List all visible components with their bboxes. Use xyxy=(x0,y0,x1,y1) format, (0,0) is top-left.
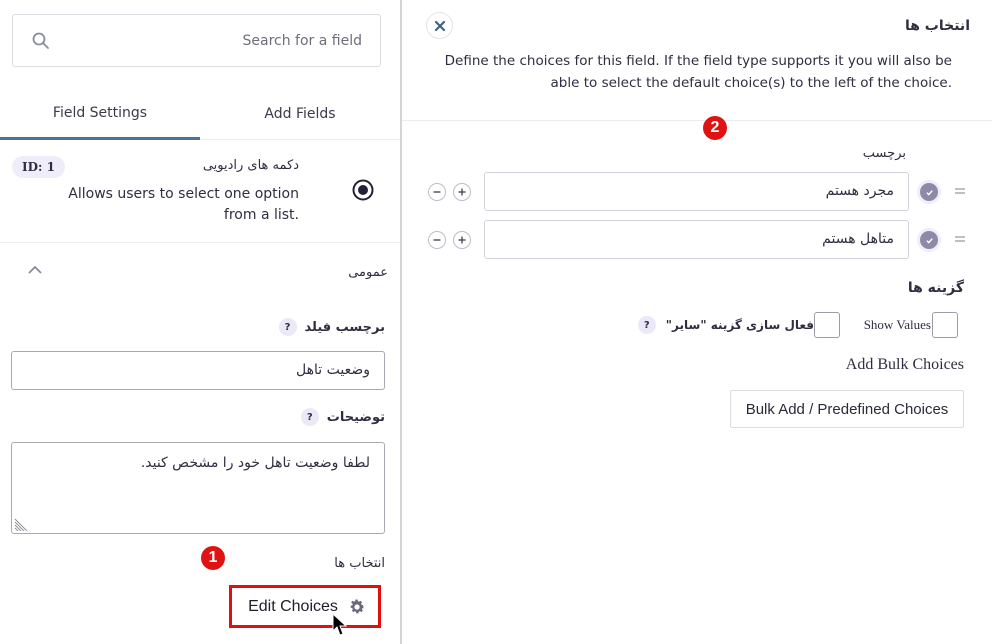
sidebar-tabs: Field Settings Add Fields xyxy=(0,96,400,140)
field-label-row: برچسب فیلد ? xyxy=(278,318,386,336)
general-section-header[interactable]: عمومی xyxy=(0,243,400,305)
step-marker-1: 1 xyxy=(201,546,225,570)
close-icon xyxy=(434,20,445,31)
tab-field-settings[interactable]: Field Settings xyxy=(0,96,200,140)
header-divider xyxy=(402,120,992,121)
modal-description: Define the choices for this field. If th… xyxy=(444,53,952,91)
show-values-checkbox[interactable] xyxy=(932,312,958,338)
description-label-row: توضیحات ? xyxy=(300,408,385,426)
tab-add-fields[interactable]: Add Fields xyxy=(200,96,400,139)
drag-handle-icon[interactable] xyxy=(954,185,966,197)
check-icon xyxy=(925,237,933,244)
remove-choice-button[interactable] xyxy=(428,183,446,201)
field-type-title: دکمه های رادیویی xyxy=(202,158,299,173)
show-values-option: Show Values xyxy=(864,312,958,338)
field-label-input[interactable]: وضعیت تاهل xyxy=(11,351,385,390)
field-label-title: برچسب فیلد xyxy=(304,319,386,335)
minus-icon xyxy=(433,239,441,241)
choice-row: متاهل هستم xyxy=(402,220,992,260)
default-choice-toggle[interactable] xyxy=(917,180,941,204)
drag-handle-icon[interactable] xyxy=(954,233,966,245)
check-icon xyxy=(925,189,933,196)
default-choice-toggle[interactable] xyxy=(917,228,941,252)
description-label-title: توضیحات xyxy=(326,409,385,425)
plus-icon xyxy=(458,188,466,196)
remove-choice-button[interactable] xyxy=(428,231,446,249)
close-button[interactable] xyxy=(426,12,453,39)
choices-editor-panel: انتخاب ها Define the choices for this fi… xyxy=(402,0,992,644)
chevron-up-icon[interactable] xyxy=(26,263,44,277)
field-id-badge: ID: 1 xyxy=(12,156,65,178)
bulk-add-button[interactable]: Bulk Add / Predefined Choices xyxy=(730,390,964,428)
field-type-description: Allows users to select one option from a… xyxy=(68,186,299,223)
help-icon[interactable]: ? xyxy=(637,316,656,334)
minus-icon xyxy=(433,191,441,193)
add-choice-button[interactable] xyxy=(453,231,471,249)
field-settings-sidebar: Search for a field Field Settings Add Fi… xyxy=(0,0,400,644)
step-marker-2: 2 xyxy=(703,116,727,140)
help-icon[interactable]: ? xyxy=(300,408,319,426)
mouse-cursor-icon xyxy=(332,613,348,636)
modal-title: انتخاب ها xyxy=(904,18,970,34)
enable-other-checkbox[interactable] xyxy=(814,312,840,338)
search-icon xyxy=(32,32,49,49)
gear-icon xyxy=(350,599,364,613)
choice-row: مجرد هستم xyxy=(402,172,992,212)
edit-choices-button[interactable]: Edit Choices xyxy=(229,585,381,628)
edit-choices-label: Edit Choices xyxy=(248,597,338,615)
radio-button-icon xyxy=(352,179,374,201)
choice-label-input[interactable]: متاهل هستم xyxy=(484,220,909,259)
search-placeholder: Search for a field xyxy=(242,32,363,49)
description-text: لطفا وضعیت تاهل خود را مشخص کنید. xyxy=(140,455,370,471)
choice-label-input[interactable]: مجرد هستم xyxy=(484,172,909,211)
enable-other-option: فعال سازی گزینه "سایر" ? xyxy=(637,312,840,338)
help-icon[interactable]: ? xyxy=(278,318,297,336)
choice-label-column-header: برچسب xyxy=(862,146,906,161)
bulk-choices-title: Add Bulk Choices xyxy=(845,356,964,373)
options-title: گزینه ها xyxy=(907,280,964,296)
general-section-title: عمومی xyxy=(348,265,388,280)
search-field-input[interactable]: Search for a field xyxy=(12,14,381,67)
resize-handle-icon[interactable] xyxy=(14,517,28,531)
choices-label: انتخاب ها xyxy=(334,556,385,571)
selected-field-card: ID: 1 دکمه های رادیویی Allows users to s… xyxy=(0,140,400,243)
add-choice-button[interactable] xyxy=(453,183,471,201)
description-textarea[interactable]: لطفا وضعیت تاهل خود را مشخص کنید. xyxy=(11,442,385,534)
plus-icon xyxy=(458,236,466,244)
show-values-label: Show Values xyxy=(863,317,931,332)
enable-other-label: فعال سازی گزینه "سایر" xyxy=(665,318,814,332)
